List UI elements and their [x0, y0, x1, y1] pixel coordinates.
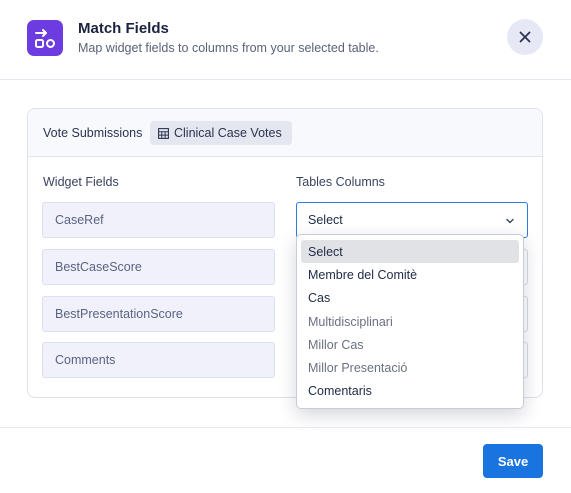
- save-button[interactable]: Save: [483, 444, 543, 478]
- table-icon: [158, 127, 169, 139]
- widget-field: BestPresentationScore: [42, 296, 275, 332]
- close-button[interactable]: [507, 19, 543, 55]
- widget-field: CaseRef: [42, 202, 275, 238]
- dialog-header: Match Fields Map widget fields to column…: [0, 0, 571, 80]
- dialog-footer: Save: [0, 427, 571, 493]
- widget-fields-header: Widget Fields: [43, 175, 119, 189]
- table-chip: Clinical Case Votes: [150, 121, 292, 145]
- dialog-subtitle: Map widget fields to columns from your s…: [78, 41, 379, 55]
- dropdown-option[interactable]: Select: [301, 240, 519, 264]
- match-fields-icon: [27, 20, 63, 56]
- dropdown-option[interactable]: Comentaris: [301, 380, 519, 403]
- close-icon: [519, 31, 531, 43]
- source-label: Vote Submissions: [43, 126, 143, 140]
- chevron-down-icon: [506, 218, 514, 224]
- select-value: Select: [308, 213, 343, 227]
- widget-field: BestCaseScore: [42, 249, 275, 285]
- widget-field: Comments: [42, 342, 275, 378]
- dropdown-option[interactable]: Multidisciplinari: [301, 310, 519, 333]
- dropdown-option[interactable]: Membre del Comitè: [301, 263, 519, 286]
- dialog-title: Match Fields: [78, 20, 169, 37]
- dropdown-option[interactable]: Millor Presentació: [301, 356, 519, 379]
- table-columns-header: Tables Columns: [296, 175, 385, 189]
- match-fields-dialog: Match Fields Map widget fields to column…: [0, 0, 571, 493]
- column-dropdown-menu: Select Membre del Comitè Cas Multidiscip…: [296, 234, 524, 409]
- mapping-source-bar: Vote Submissions Clinical Case Votes: [28, 109, 542, 157]
- table-name: Clinical Case Votes: [174, 126, 282, 140]
- dropdown-option[interactable]: Millor Cas: [301, 333, 519, 356]
- column-select-active[interactable]: Select: [296, 202, 528, 238]
- dropdown-option[interactable]: Cas: [301, 287, 519, 310]
